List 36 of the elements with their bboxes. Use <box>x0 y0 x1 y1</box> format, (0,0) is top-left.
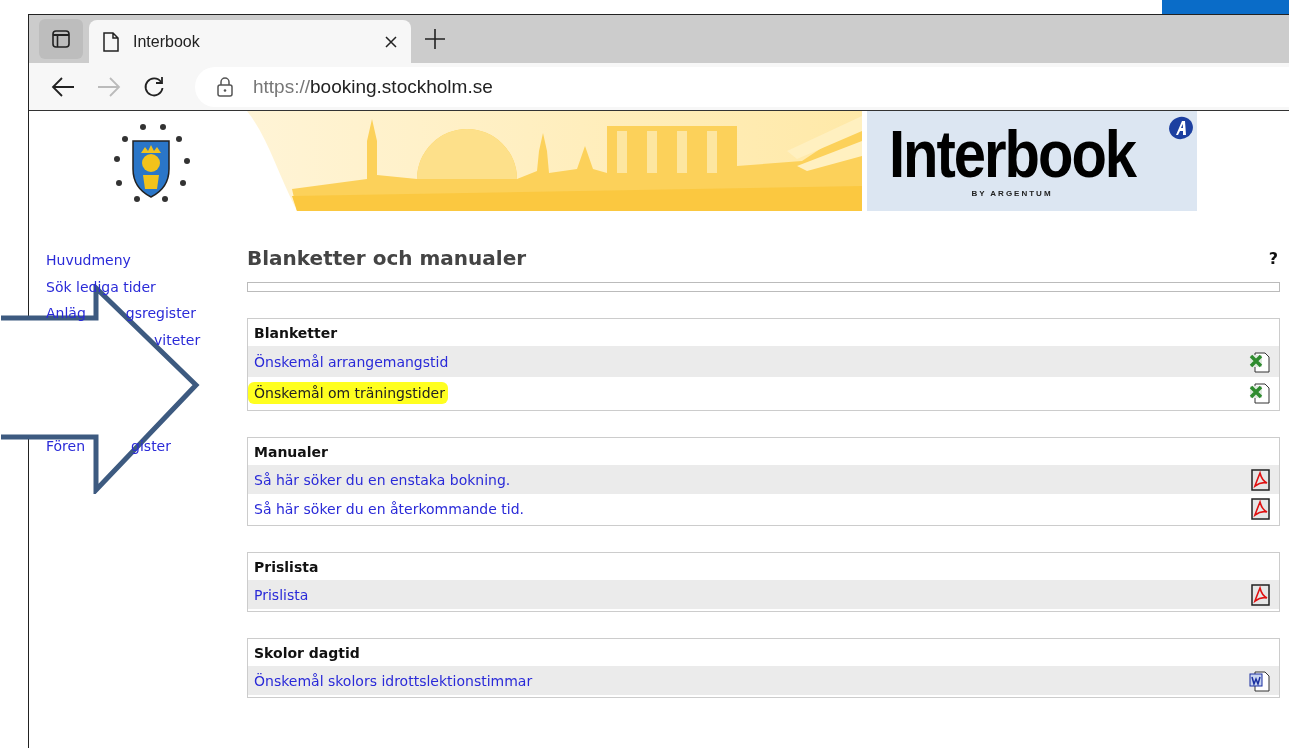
sidebar-link[interactable]: Sök lediga tider <box>46 278 156 305</box>
file-link[interactable]: Så här söker du en enstaka bokning. <box>254 471 511 488</box>
pdf-file-icon <box>1251 583 1271 606</box>
address-bar[interactable]: https://booking.stockholm.se <box>195 66 1289 107</box>
plus-icon <box>425 29 445 49</box>
document-file-icon <box>1249 669 1271 692</box>
spreadsheet-file-icon <box>1249 350 1271 373</box>
close-icon[interactable] <box>385 35 397 48</box>
pdf-file-icon <box>1251 497 1271 520</box>
logo-subtitle: BY ARGENTUM <box>971 188 1053 198</box>
file-link[interactable]: Så här söker du en återkommande tid. <box>254 500 524 517</box>
sidebar-link[interactable]: viteter <box>154 331 201 358</box>
file-link[interactable]: Önskemål arrangemangstid <box>254 353 449 370</box>
help-link[interactable]: ? <box>1268 248 1278 268</box>
sidebar-panel-icon <box>51 29 71 49</box>
back-arrow-icon[interactable] <box>51 76 75 97</box>
lock-icon <box>217 76 233 97</box>
section-title: Prislista <box>253 557 320 577</box>
page-icon <box>103 31 119 52</box>
section-title: Blanketter <box>253 323 339 343</box>
tab-actions-button[interactable] <box>39 19 83 59</box>
reload-icon[interactable] <box>143 75 165 98</box>
section-title: Skolor dagtid <box>253 643 361 663</box>
browser-tab[interactable]: Interbook <box>89 20 411 63</box>
sidebar-link[interactable]: Huvudmeny <box>46 252 131 279</box>
file-link[interactable]: Önskemål skolors idrottslektionstimmar <box>254 672 533 689</box>
sidebar-link[interactable]: Fören <box>46 438 86 465</box>
section-title: Manualer <box>253 442 329 462</box>
highlighted-link[interactable]: Önskemål om träningstider <box>248 381 448 404</box>
file-link[interactable]: Prislista <box>254 586 309 603</box>
pdf-file-icon <box>1251 468 1271 491</box>
spreadsheet-file-icon <box>1249 381 1271 404</box>
logo-text: Interbook <box>888 120 1136 187</box>
sidebar-link[interactable]: gsregister <box>125 305 196 332</box>
brand-mark-icon <box>1167 115 1195 141</box>
page-title: Blanketter och manualer <box>247 246 527 270</box>
